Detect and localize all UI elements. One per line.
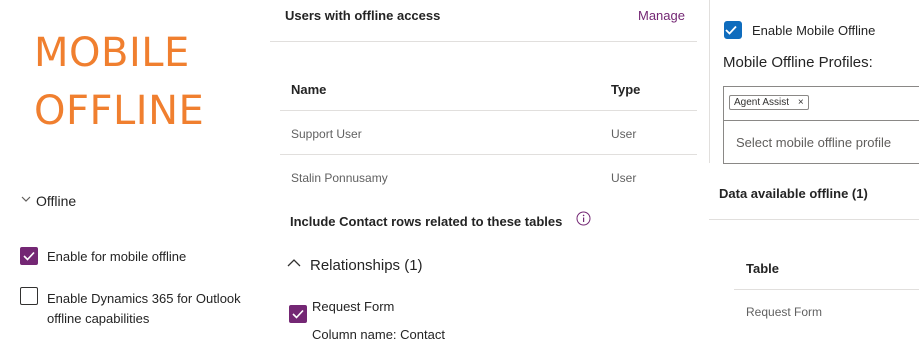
relationship-item-label: Request Form: [312, 299, 395, 314]
offline-section-toggle[interactable]: Offline: [20, 192, 76, 210]
divider: [270, 41, 697, 42]
enable-mobile-offline-label: Enable for mobile offline: [47, 249, 187, 264]
page-title: MOBILE OFFLINE: [34, 24, 204, 140]
title-line-2: OFFLINE: [34, 88, 205, 134]
profiles-picker[interactable]: Agent Assist ×: [723, 86, 919, 122]
include-contact-label: Include Contact rows related to these ta…: [290, 214, 563, 229]
checkmark-icon: [23, 251, 35, 261]
enable-outlook-offline-label: Enable Dynamics 365 for Outlook offline …: [47, 289, 241, 329]
profile-select-input[interactable]: Select mobile offline profile: [723, 120, 919, 164]
divider: [709, 219, 919, 220]
profile-tag-label: Agent Assist: [734, 97, 790, 108]
enable-mobile-offline-checkbox[interactable]: [724, 21, 742, 39]
profile-select-placeholder: Select mobile offline profile: [736, 135, 892, 150]
user-row-type: User: [611, 171, 637, 185]
column-header-type[interactable]: Type: [611, 82, 640, 97]
checkmark-icon: [292, 309, 304, 319]
user-row-name[interactable]: Stalin Ponnusamy: [291, 171, 388, 185]
enable-outlook-offline-checkbox[interactable]: [20, 287, 38, 305]
relationship-column-label: Column name: Contact: [312, 327, 445, 342]
divider: [709, 0, 710, 163]
enable-outlook-line-1: Enable Dynamics 365 for Outlook: [47, 291, 241, 306]
data-available-label: Data available offline (1): [719, 186, 868, 201]
enable-mobile-offline-label: Enable Mobile Offline: [752, 23, 876, 38]
profiles-label: Mobile Offline Profiles:: [723, 54, 873, 71]
info-icon[interactable]: [576, 211, 591, 231]
chevron-down-icon: [20, 192, 32, 210]
relationships-toggle[interactable]: Relationships (1): [286, 256, 423, 274]
manage-link[interactable]: Manage: [638, 8, 685, 23]
enable-outlook-line-2: offline capabilities: [47, 311, 150, 326]
divider: [280, 154, 697, 155]
checkmark-icon: [725, 25, 737, 35]
enable-mobile-offline-checkbox[interactable]: [20, 247, 38, 265]
user-row-type: User: [611, 127, 637, 141]
offline-section-label: Offline: [36, 193, 77, 209]
column-header-name[interactable]: Name: [291, 82, 326, 97]
request-form-checkbox[interactable]: [289, 305, 307, 323]
tag-remove-icon[interactable]: ×: [798, 97, 804, 108]
profile-tag[interactable]: Agent Assist ×: [729, 95, 809, 110]
users-offline-heading: Users with offline access: [285, 8, 441, 23]
user-row-name[interactable]: Support User: [291, 127, 362, 141]
chevron-up-icon: [286, 256, 302, 274]
relationships-label: Relationships (1): [310, 256, 423, 274]
title-line-1: MOBILE: [34, 30, 190, 76]
divider: [734, 289, 919, 290]
column-header-table[interactable]: Table: [746, 261, 779, 276]
table-row[interactable]: Request Form: [746, 305, 822, 319]
divider: [280, 110, 697, 111]
